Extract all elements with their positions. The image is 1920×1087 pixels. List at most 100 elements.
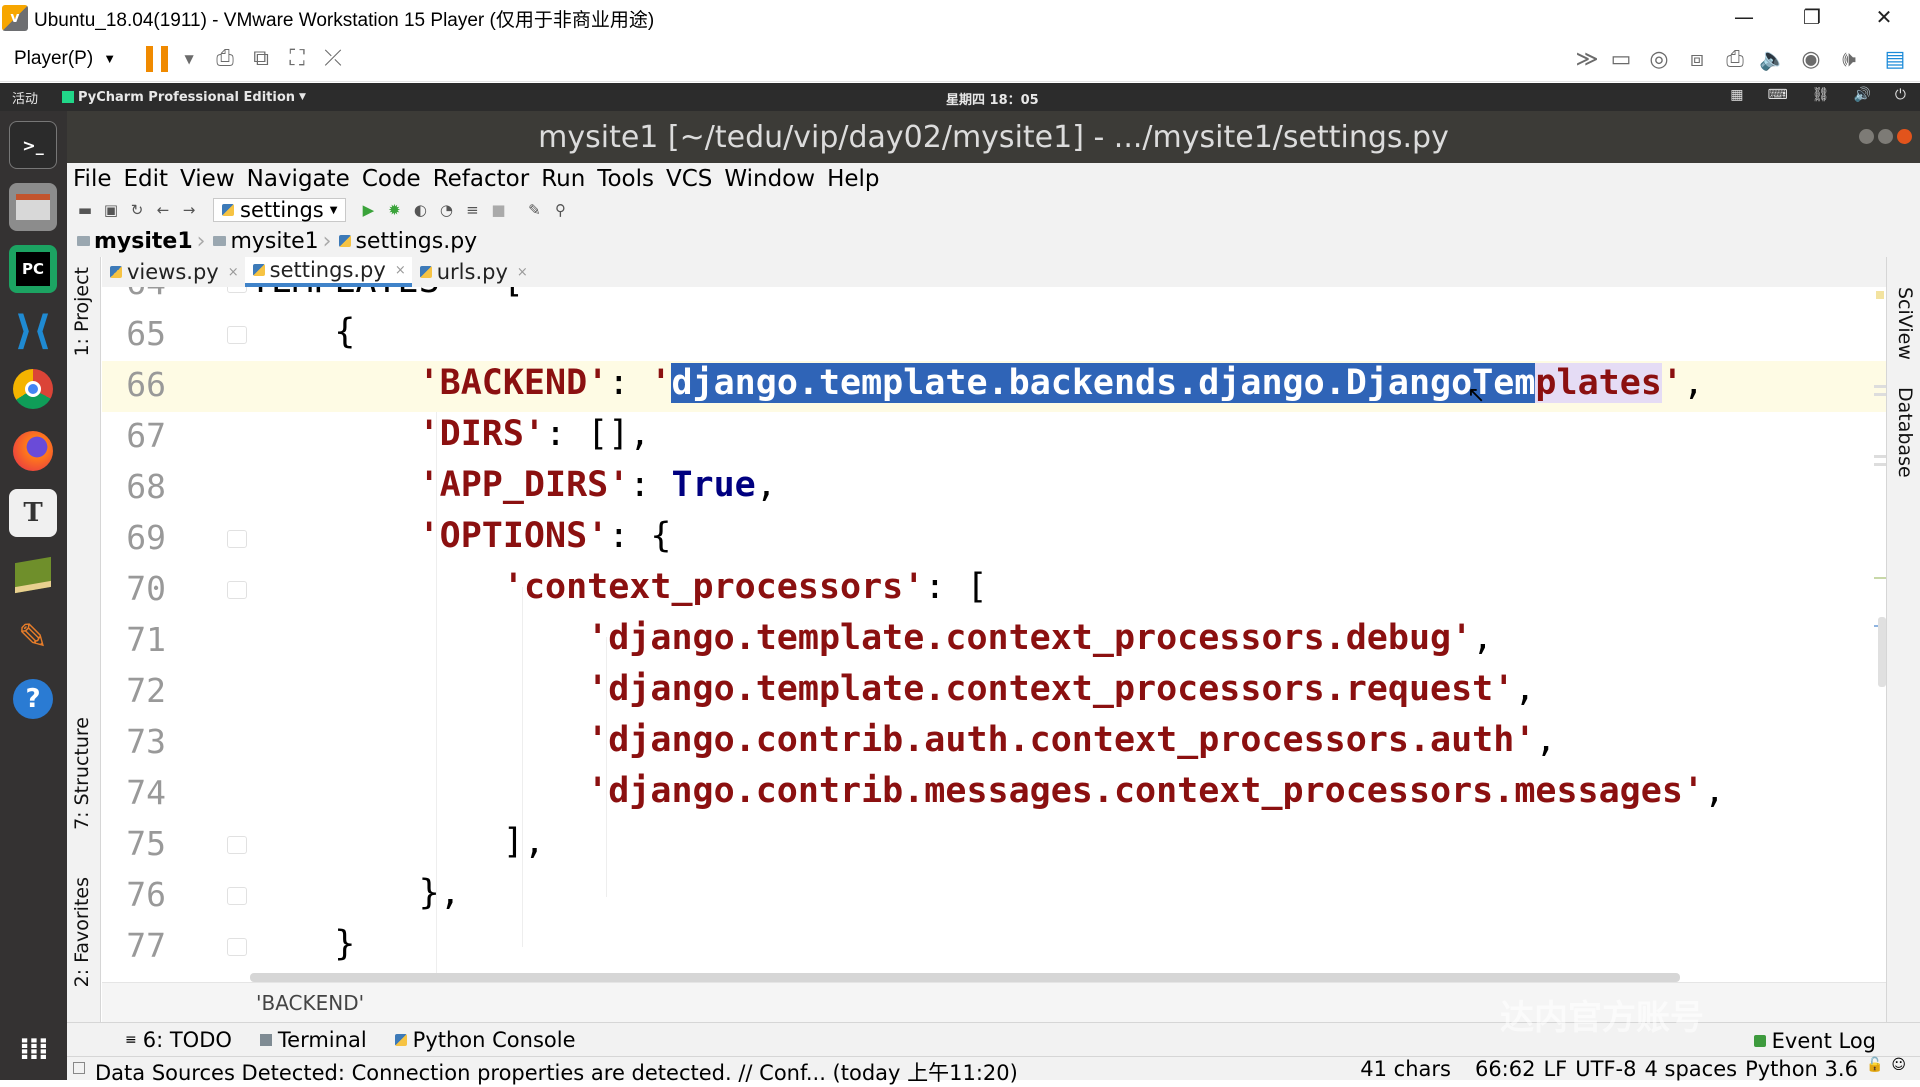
editor-breadcrumb[interactable]: 'BACKEND' bbox=[256, 991, 364, 1015]
stop-icon[interactable]: ■ bbox=[486, 198, 510, 222]
close-icon[interactable]: ✕ bbox=[1852, 0, 1916, 34]
close-icon[interactable]: × bbox=[517, 265, 528, 280]
close-icon[interactable]: × bbox=[395, 263, 406, 278]
error-stripe-mark[interactable] bbox=[1874, 393, 1886, 396]
menu-vcs[interactable]: VCS bbox=[660, 166, 718, 192]
activities-button[interactable]: 活动 bbox=[12, 88, 52, 107]
tab-urls-py[interactable]: urls.py × bbox=[412, 257, 534, 287]
network-icon[interactable]: ⛓ bbox=[1812, 87, 1830, 103]
fold-marker-icon[interactable] bbox=[227, 938, 247, 956]
sync-icon[interactable]: ↻ bbox=[125, 198, 149, 222]
menu-window[interactable]: Window bbox=[718, 166, 821, 192]
network-icon[interactable]: ⧈ bbox=[1682, 44, 1712, 74]
python-console-tab[interactable]: Python Console bbox=[381, 1028, 590, 1052]
app-menu[interactable]: PyCharm Professional Edition ▼ bbox=[62, 90, 306, 105]
profile-icon[interactable]: ◔ bbox=[434, 198, 458, 222]
fold-marker-icon[interactable] bbox=[227, 530, 247, 548]
hard-disk-icon[interactable]: ▭ bbox=[1606, 44, 1636, 74]
chevron-down-icon[interactable]: ▼ bbox=[174, 44, 204, 74]
inspection-status-icon[interactable] bbox=[1876, 291, 1884, 299]
inspector-icon[interactable]: ☺ bbox=[1891, 1057, 1906, 1081]
text-editor-icon[interactable]: T bbox=[9, 489, 57, 537]
status-toggle-icon[interactable] bbox=[73, 1062, 85, 1074]
favorites-tool-tab[interactable]: 2: Favorites bbox=[71, 877, 93, 987]
close-icon[interactable]: × bbox=[228, 265, 239, 280]
error-stripe-mark[interactable] bbox=[1874, 463, 1886, 466]
fold-marker-icon[interactable] bbox=[227, 887, 247, 905]
book-icon[interactable] bbox=[9, 551, 57, 599]
files-icon[interactable] bbox=[9, 183, 57, 231]
fullscreen-icon[interactable]: ⛶ bbox=[282, 44, 312, 74]
volume-icon[interactable]: 🔊 bbox=[1853, 87, 1870, 103]
file-encoding[interactable]: UTF-8 bbox=[1575, 1057, 1636, 1081]
run-icon[interactable]: ▶ bbox=[356, 198, 380, 222]
brush-icon[interactable]: ✎ bbox=[9, 613, 57, 661]
speaker-icon[interactable]: 🕪 bbox=[1834, 44, 1864, 74]
fold-marker-icon[interactable] bbox=[227, 836, 247, 854]
send-ctrl-alt-del-icon[interactable]: ⎙ bbox=[210, 44, 240, 74]
save-icon[interactable]: ▣ bbox=[99, 198, 123, 222]
python-interpreter[interactable]: Python 3.6 bbox=[1745, 1057, 1858, 1081]
camera-icon[interactable]: ◉ bbox=[1796, 44, 1826, 74]
more-icon[interactable]: ≫ bbox=[1572, 44, 1602, 74]
minimize-icon[interactable] bbox=[1859, 129, 1874, 144]
menu-edit[interactable]: Edit bbox=[118, 166, 175, 192]
error-stripe-mark[interactable] bbox=[1874, 455, 1886, 458]
menu-navigate[interactable]: Navigate bbox=[241, 166, 356, 192]
fold-marker-icon[interactable] bbox=[227, 581, 247, 599]
coverage-icon[interactable]: ◐ bbox=[408, 198, 432, 222]
menu-run[interactable]: Run bbox=[535, 166, 591, 192]
todo-tab[interactable]: ≡ 6: TODO bbox=[111, 1028, 246, 1052]
sound-icon[interactable]: 🔈 bbox=[1758, 44, 1788, 74]
nav-folder[interactable]: mysite1 › bbox=[213, 229, 339, 254]
vertical-scrollbar[interactable] bbox=[1878, 617, 1886, 687]
app-grid-icon[interactable]: ⁞⁞⁞ bbox=[9, 1025, 57, 1073]
error-stripe-mark[interactable] bbox=[1874, 577, 1886, 579]
open-folder-icon[interactable]: ▬ bbox=[73, 198, 97, 222]
run-configuration-select[interactable]: settings ▼ bbox=[213, 198, 347, 222]
code-editor[interactable]: 64 TEMPLATES = [ 65 { 66 'BACKEND': 'dja… bbox=[102, 287, 1886, 982]
forward-arrow-icon[interactable]: → bbox=[177, 198, 201, 222]
indent-setting[interactable]: 4 spaces bbox=[1644, 1057, 1737, 1081]
status-message[interactable]: Data Sources Detected: Connection proper… bbox=[95, 1057, 1018, 1087]
minimize-icon[interactable]: — bbox=[1712, 0, 1776, 34]
nav-file[interactable]: settings.py bbox=[339, 229, 485, 254]
tab-views-py[interactable]: views.py × bbox=[102, 257, 245, 287]
maximize-icon[interactable] bbox=[1878, 129, 1893, 144]
nav-project[interactable]: mysite1 › bbox=[77, 229, 213, 254]
pycharm-icon[interactable]: PC bbox=[9, 245, 57, 293]
player-menu-button[interactable]: Player(P) ▼ bbox=[14, 48, 116, 70]
menu-refactor[interactable]: Refactor bbox=[427, 166, 535, 192]
printer-icon[interactable]: ⎙ bbox=[1720, 44, 1750, 74]
menu-help[interactable]: Help bbox=[821, 166, 885, 192]
pause-icon[interactable] bbox=[146, 45, 169, 72]
wrench-icon[interactable]: ✎ bbox=[522, 198, 546, 222]
menu-code[interactable]: Code bbox=[356, 166, 427, 192]
snapshot-icon[interactable]: ⧉ bbox=[246, 44, 276, 74]
back-arrow-icon[interactable]: ← bbox=[151, 198, 175, 222]
terminal-tab[interactable]: Terminal bbox=[246, 1028, 381, 1052]
project-tool-tab[interactable]: 1: Project bbox=[71, 267, 93, 357]
tab-settings-py[interactable]: settings.py × bbox=[244, 257, 412, 287]
cd-rom-icon[interactable]: ◎ bbox=[1644, 44, 1674, 74]
vscode-icon[interactable]: ⟩⟨ bbox=[9, 307, 57, 355]
keyboard-icon[interactable]: ⌨ bbox=[1767, 87, 1787, 103]
search-icon[interactable]: ⚲ bbox=[548, 198, 572, 222]
unity-icon[interactable]: ⤫ bbox=[318, 44, 348, 74]
firefox-icon[interactable] bbox=[9, 427, 57, 475]
line-separator[interactable]: LF bbox=[1543, 1057, 1567, 1081]
menu-tools[interactable]: Tools bbox=[591, 166, 660, 192]
message-log-icon[interactable]: ▤ bbox=[1880, 44, 1910, 74]
fold-marker-icon[interactable] bbox=[227, 326, 247, 344]
fold-marker-icon[interactable] bbox=[227, 287, 247, 293]
input-method-icon[interactable]: ▦ bbox=[1730, 87, 1743, 103]
clock[interactable]: 星期四 18：05 bbox=[946, 89, 1039, 108]
database-tool-tab[interactable]: Database bbox=[1894, 387, 1916, 478]
restore-icon[interactable]: ❐ bbox=[1780, 0, 1844, 34]
error-stripe-mark[interactable] bbox=[1874, 385, 1886, 388]
lock-icon[interactable]: 🔓 bbox=[1866, 1057, 1883, 1081]
concurrency-icon[interactable]: ≡ bbox=[460, 198, 484, 222]
terminal-icon[interactable]: >_ bbox=[9, 121, 57, 169]
horizontal-scrollbar[interactable] bbox=[250, 973, 1680, 982]
event-log-tab[interactable]: Event Log bbox=[1753, 1029, 1876, 1053]
